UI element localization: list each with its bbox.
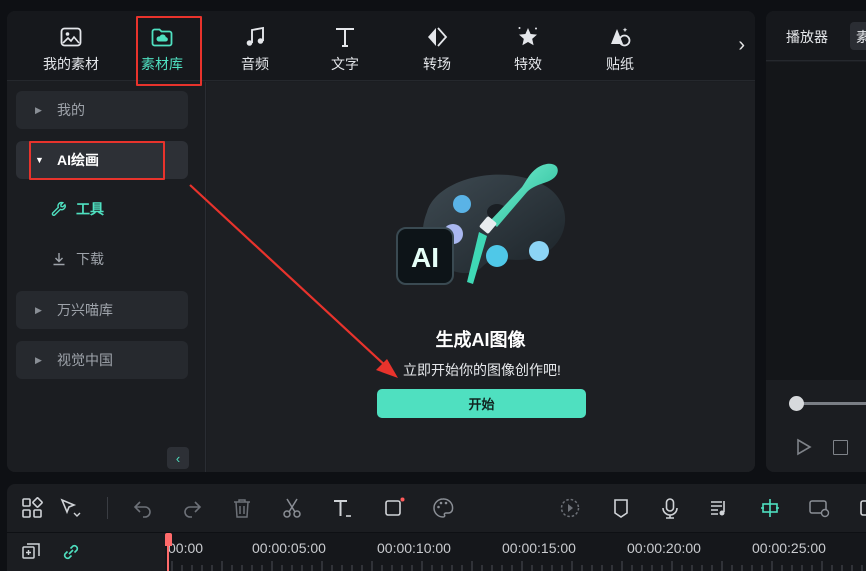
preview-render-icon[interactable]: [808, 497, 830, 519]
ruler-ticks: [171, 561, 863, 571]
sidebar-subitem-tools[interactable]: 工具: [51, 197, 104, 221]
caret-right-icon: ▶: [35, 354, 42, 365]
app-window: 我的素材 素材库 音频 文字 转场 特效 贴纸 › ▶ 我的 ▼ AI绘画 工具…: [0, 0, 866, 571]
redo-icon[interactable]: [181, 497, 203, 519]
tab-player[interactable]: 播放器: [786, 27, 828, 47]
sidebar-item-mine[interactable]: ▶ 我的: [16, 91, 188, 129]
tab-label: 音频: [241, 56, 269, 72]
transition-icon: [428, 27, 448, 47]
player-panel: 播放器 素: [766, 11, 866, 472]
timeline-ruler[interactable]: 00:00 00:00:05:00 00:00:10:00 00:00:15:0…: [7, 533, 866, 571]
text-icon: [336, 28, 354, 47]
playback-slider-track[interactable]: [796, 402, 866, 405]
more-tabs-button[interactable]: ›: [738, 34, 745, 57]
player-controls: [766, 380, 866, 472]
ai-painting-content: AI 生成AI图像 立即开始你的图像创作吧! 开始: [207, 82, 755, 472]
start-button[interactable]: 开始: [377, 389, 586, 418]
track-header: [7, 533, 165, 571]
playhead[interactable]: [167, 533, 169, 571]
sidebar-item-label: 视觉中国: [57, 352, 113, 368]
stop-icon[interactable]: [833, 440, 848, 455]
caret-right-icon: ▶: [35, 304, 42, 315]
sparkle-star-icon: [518, 27, 537, 46]
sidebar-item-visual-china[interactable]: ▶ 视觉中国: [16, 341, 188, 379]
tab-label: 我的素材: [43, 56, 99, 72]
media-toolbar: 我的素材 素材库 音频 文字 转场 特效 贴纸 ›: [7, 11, 755, 81]
tab-label: 素材库: [141, 56, 183, 72]
tab-stock-library[interactable]: 素材库: [127, 11, 197, 81]
tab-audio[interactable]: 音频: [220, 11, 290, 81]
caret-down-icon: ▼: [35, 155, 44, 165]
image-icon: [60, 27, 82, 47]
microphone-icon[interactable]: [659, 497, 681, 519]
sidebar-subitem-download[interactable]: 下载: [51, 247, 104, 271]
toolbar-divider: [107, 497, 108, 519]
tab-transition[interactable]: 转场: [402, 11, 472, 81]
crop-frame-icon[interactable]: [383, 497, 405, 519]
ruler-label: 00:00:15:00: [502, 540, 576, 556]
library-sidebar: ▶ 我的 ▼ AI绘画 工具 下载 ▶ 万兴喵库 ▶ 视觉中国 ‹: [7, 82, 206, 472]
ruler-label: 00:00:10:00: [377, 540, 451, 556]
ruler-label: 00:00: [168, 540, 204, 556]
link-icon[interactable]: [61, 542, 81, 562]
overflow-icon[interactable]: [858, 497, 866, 519]
player-viewport: [766, 62, 866, 380]
download-icon: [53, 253, 65, 266]
tab-my-media[interactable]: 我的素材: [36, 11, 106, 81]
tab-effects[interactable]: 特效: [493, 11, 563, 81]
generate-subtitle: 立即开始你的图像创作吧!: [403, 362, 561, 378]
text-tool-icon[interactable]: [331, 497, 353, 519]
caret-right-icon: ▶: [35, 104, 42, 115]
snap-magnet-icon[interactable]: [759, 497, 781, 519]
undo-icon[interactable]: [132, 497, 154, 519]
layout-grid-icon[interactable]: [21, 497, 43, 519]
tab-text[interactable]: 文字: [310, 11, 380, 81]
sidebar-item-label: 我的: [57, 102, 85, 118]
player-tabs: 播放器 素: [766, 11, 866, 61]
tab-label: 特效: [514, 56, 542, 72]
tab-label: 转场: [423, 56, 451, 72]
wrench-icon: [51, 201, 66, 216]
ruler-label: 00:00:25:00: [752, 540, 826, 556]
sticker-icon: [611, 27, 631, 47]
delete-icon[interactable]: [231, 497, 253, 519]
playback-slider-knob[interactable]: [789, 396, 804, 411]
add-track-icon[interactable]: [21, 542, 41, 562]
audio-list-icon[interactable]: [708, 497, 730, 519]
speed-icon[interactable]: [559, 497, 581, 519]
generate-title: 生成AI图像: [435, 330, 526, 350]
collapse-sidebar-button[interactable]: ‹: [167, 447, 189, 469]
ai-badge-text: AI: [411, 242, 439, 273]
sidebar-item-wondershare-library[interactable]: ▶ 万兴喵库: [16, 291, 188, 329]
music-note-icon: [246, 26, 264, 46]
ruler-label: 00:00:20:00: [627, 540, 701, 556]
sidebar-item-ai-painting[interactable]: ▼ AI绘画: [16, 141, 188, 179]
select-cursor-icon[interactable]: [59, 497, 81, 519]
sidebar-subitem-label: 工具: [76, 201, 104, 217]
tab-material[interactable]: 素: [850, 22, 866, 50]
sidebar-subitem-label: 下载: [76, 251, 104, 267]
sidebar-item-label: AI绘画: [57, 152, 99, 168]
library-panel: 我的素材 素材库 音频 文字 转场 特效 贴纸 › ▶ 我的 ▼ AI绘画 工具…: [7, 11, 755, 472]
marker-icon[interactable]: [610, 497, 632, 519]
scissors-icon[interactable]: [281, 497, 303, 519]
play-icon[interactable]: [794, 438, 812, 456]
tab-label: 文字: [331, 56, 359, 72]
tab-label: 贴纸: [606, 56, 634, 72]
color-palette-icon[interactable]: [432, 497, 454, 519]
ai-palette-illustration: AI: [396, 163, 566, 285]
sidebar-item-label: 万兴喵库: [57, 302, 113, 318]
cloud-folder-icon: [151, 28, 173, 47]
tab-stickers[interactable]: 贴纸: [585, 11, 655, 81]
ruler-label: 00:00:05:00: [252, 540, 326, 556]
timeline-toolbar: [7, 484, 866, 532]
